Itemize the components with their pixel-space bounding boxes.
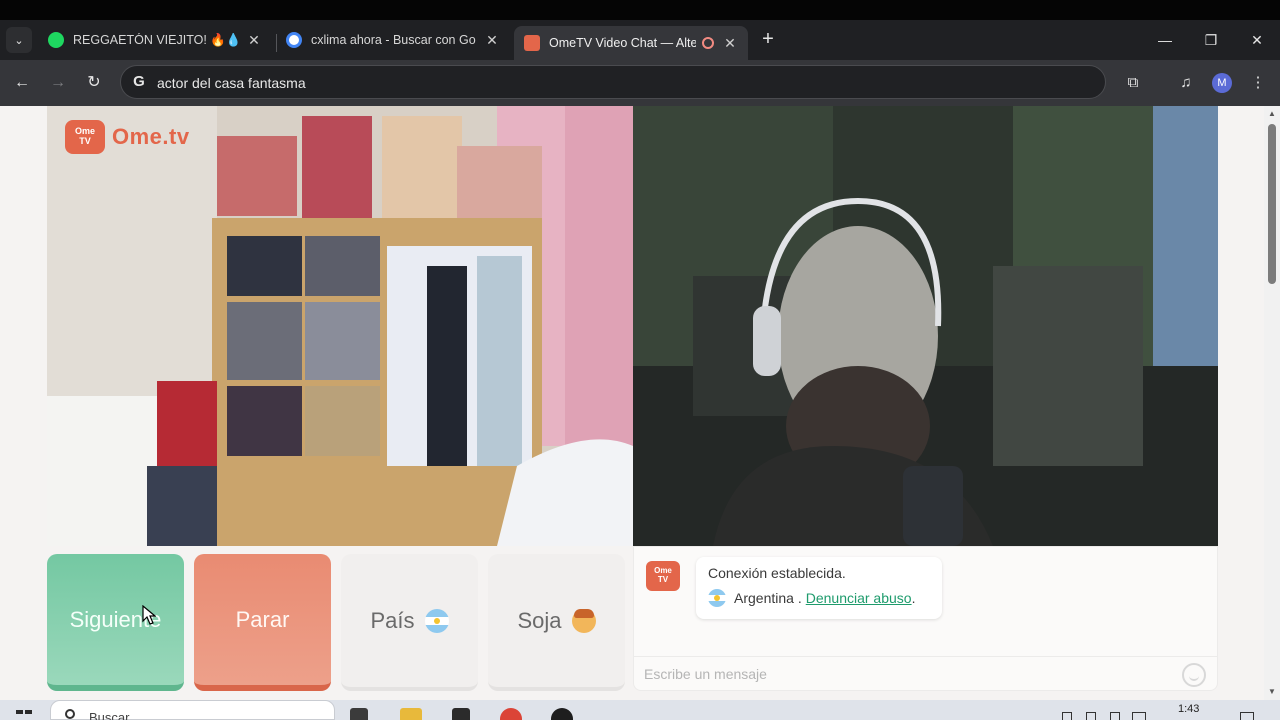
taskbar: Buscar 1:43 <box>0 700 1280 720</box>
profile-avatar[interactable]: M <box>1212 73 1232 93</box>
taskbar-clock[interactable]: 1:43 <box>1178 703 1199 715</box>
stop-button-label: Parar <box>235 606 290 632</box>
restore-icon[interactable]: ❐ <box>1196 28 1226 52</box>
system-message: Conexión establecida. Argentina . Denunc… <box>696 557 942 619</box>
tab-title: cxlima ahora - Buscar con Goo <box>311 33 476 47</box>
address-bar[interactable]: G <box>120 65 1106 99</box>
tab-title: OmeTV Video Chat — Alter <box>549 36 696 50</box>
app-icon[interactable] <box>551 708 573 720</box>
connection-status: Conexión establecida. <box>708 565 846 581</box>
back-icon[interactable]: ← <box>10 71 34 95</box>
chat-ometv-logo: Ome TV <box>646 561 680 591</box>
reload-icon[interactable]: ↻ <box>82 71 106 95</box>
page: Ome TV Ome.tv Siguiente Parar País Soja … <box>0 106 1280 700</box>
tray-chevron-icon[interactable] <box>1062 712 1072 720</box>
tab-search-button[interactable]: ⌄ <box>6 27 32 53</box>
tab-ometv[interactable]: OmeTV Video Chat — Alter ✕ <box>514 26 748 60</box>
chat-divider <box>634 656 1217 657</box>
country-button-label: País <box>370 607 415 633</box>
google-icon <box>286 32 302 48</box>
taskbar-search-text: Buscar <box>89 710 130 720</box>
next-button[interactable]: Siguiente <box>47 554 184 691</box>
tab-title: REGGAETÓN VIEJITO! 🔥💧 - pl <box>73 32 238 47</box>
new-tab-button[interactable]: + <box>756 27 780 53</box>
country-button[interactable]: País <box>341 554 478 691</box>
media-control-icon[interactable]: ♫ <box>1174 71 1198 95</box>
close-icon[interactable]: ✕ <box>484 32 500 49</box>
report-suffix: . <box>911 590 916 606</box>
file-explorer-icon[interactable] <box>400 708 422 720</box>
argentina-flag-icon <box>424 608 449 633</box>
google-g-icon: G <box>133 73 145 90</box>
gender-button-label: Soja <box>517 607 562 633</box>
spotify-icon <box>48 32 64 48</box>
stop-button[interactable]: Parar <box>194 554 331 691</box>
tab-bar: ⌄ REGGAETÓN VIEJITO! 🔥💧 - pl ✕ cxlima ah… <box>0 20 1280 60</box>
notification-icon[interactable] <box>1240 712 1254 720</box>
battery-icon[interactable] <box>1110 712 1120 720</box>
minimize-icon[interactable]: — <box>1150 28 1180 52</box>
store-icon[interactable] <box>452 708 470 720</box>
task-view-icon[interactable] <box>350 708 368 720</box>
boy-face-icon <box>571 608 596 633</box>
taskbar-search[interactable]: Buscar <box>50 700 335 720</box>
page-scrollbar[interactable]: ▲ ▼ <box>1264 106 1280 700</box>
remote-video-frame <box>633 106 1218 546</box>
recording-icon <box>702 37 714 49</box>
scroll-up-icon[interactable]: ▲ <box>1267 109 1277 119</box>
mouse-cursor-icon <box>142 605 156 625</box>
close-icon[interactable]: ✕ <box>722 35 738 52</box>
emoji-picker-icon[interactable] <box>1182 663 1206 687</box>
display-icon[interactable] <box>1132 712 1146 720</box>
scrollbar-thumb[interactable] <box>1268 124 1276 284</box>
address-input[interactable] <box>157 72 1057 94</box>
argentina-flag-icon <box>708 589 726 607</box>
message-input[interactable] <box>644 663 1164 685</box>
windows-start-icon[interactable] <box>16 710 32 720</box>
ometv-logo: Ome TV Ome.tv <box>65 120 190 154</box>
network-icon[interactable] <box>1086 712 1096 720</box>
extensions-icon[interactable]: ⧉ <box>1121 71 1145 95</box>
chrome-icon[interactable] <box>500 708 522 720</box>
chat-panel: Ome TV Conexión establecida. Argentina . … <box>633 546 1218 691</box>
local-video-frame <box>47 106 633 546</box>
scroll-down-icon[interactable]: ▼ <box>1267 687 1277 697</box>
screen: ⌄ REGGAETÓN VIEJITO! 🔥💧 - pl ✕ cxlima ah… <box>0 0 1280 720</box>
close-window-icon[interactable]: ✕ <box>1242 28 1272 52</box>
top-strip <box>0 0 1280 20</box>
search-icon <box>65 709 75 719</box>
report-abuse-link[interactable]: Denunciar abuso <box>806 590 912 606</box>
tab-google[interactable]: cxlima ahora - Buscar con Goo ✕ <box>276 24 510 56</box>
logo-text: Ome.tv <box>112 124 190 149</box>
forward-icon[interactable]: → <box>46 71 70 95</box>
browser-toolbar: ← → ↻ G ⧉ ♫ M ⋮ <box>0 60 1280 106</box>
partner-country: Argentina . <box>734 590 802 606</box>
logo-badge: Ome TV <box>65 120 105 154</box>
local-video: Ome TV Ome.tv <box>47 106 633 546</box>
close-icon[interactable]: ✕ <box>246 32 262 49</box>
tab-spotify[interactable]: REGGAETÓN VIEJITO! 🔥💧 - pl ✕ <box>38 24 272 56</box>
ometv-icon <box>524 35 540 51</box>
gender-button[interactable]: Soja <box>488 554 625 691</box>
remote-video <box>633 106 1218 546</box>
menu-icon[interactable]: ⋮ <box>1246 71 1270 95</box>
